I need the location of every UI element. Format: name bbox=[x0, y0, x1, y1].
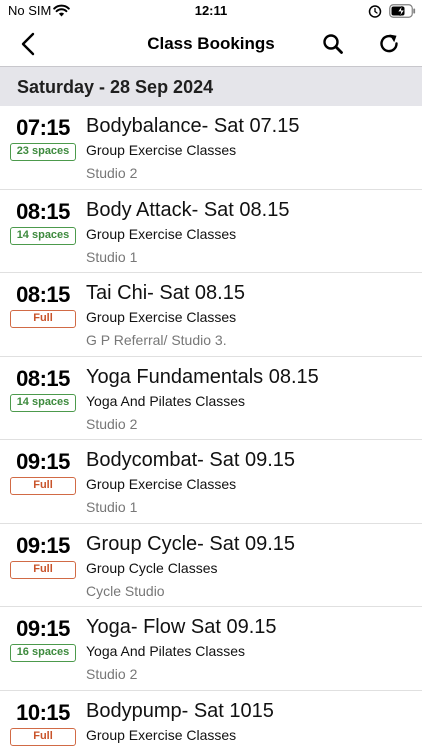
class-category: Group Exercise Classes bbox=[86, 225, 237, 242]
class-row[interactable]: 09:15 Full Group Cycle- Sat 09.15 Group … bbox=[0, 524, 422, 607]
class-time: 08:15 bbox=[16, 198, 70, 224]
class-time: 09:15 bbox=[16, 449, 70, 474]
class-name: Bodybalance- Sat 07.15 bbox=[86, 115, 300, 137]
nav-bar: Class Bookings bbox=[0, 22, 422, 66]
class-list: 07:15 23 spaces Bodybalance- Sat 07.15 G… bbox=[0, 106, 422, 750]
class-time: 09:15 bbox=[16, 616, 70, 641]
class-category: Yoga And Pilates Classes bbox=[86, 392, 246, 409]
class-category: Group Exercise Classes bbox=[86, 142, 237, 158]
class-time: 07:15 bbox=[16, 115, 70, 140]
availability-badge: Full bbox=[10, 727, 76, 746]
availability-badge: 16 spaces bbox=[10, 644, 76, 662]
class-location: Studio 2 bbox=[86, 165, 138, 181]
class-row[interactable]: 08:15 14 spaces Body Attack- Sat 08.15 G… bbox=[0, 190, 422, 273]
search-icon[interactable] bbox=[320, 31, 346, 57]
alarm-icon bbox=[368, 5, 382, 18]
class-name: Bodycombat- Sat 09.15 bbox=[86, 449, 296, 471]
class-category: Group Exercise Classes bbox=[86, 309, 237, 325]
section-date: Saturday - 28 Sep 2024 bbox=[17, 77, 214, 97]
availability-badge: 14 spaces bbox=[10, 226, 76, 245]
status-bar: No SIM 12:11 bbox=[0, 0, 422, 22]
class-name: Bodypump- Sat 1015 bbox=[86, 699, 274, 722]
page-title: Class Bookings bbox=[147, 34, 275, 53]
class-time: 09:15 bbox=[16, 532, 70, 558]
class-category: Group Cycle Classes bbox=[86, 559, 218, 576]
class-row[interactable]: 09:15 Full Bodycombat- Sat 09.15 Group E… bbox=[0, 440, 422, 524]
class-row[interactable]: 08:15 14 spaces Yoga Fundamentals 08.15 … bbox=[0, 357, 422, 440]
class-name: Tai Chi- Sat 08.15 bbox=[86, 282, 245, 304]
class-location: G P Referral/ Studio 3. bbox=[86, 332, 227, 348]
class-category: Yoga And Pilates Classes bbox=[86, 643, 246, 659]
class-location: Studio 2 bbox=[86, 666, 138, 682]
class-location: Cycle Studio bbox=[86, 582, 165, 599]
class-row[interactable]: 08:15 Full Tai Chi- Sat 08.15 Group Exer… bbox=[0, 273, 422, 357]
class-row[interactable]: 10:15 Full Bodypump- Sat 1015 Group Exer… bbox=[0, 691, 422, 750]
class-name: Group Cycle- Sat 09.15 bbox=[86, 532, 295, 555]
refresh-icon[interactable] bbox=[376, 31, 402, 57]
battery-charging-icon bbox=[389, 4, 416, 18]
date-section-header: Saturday - 28 Sep 2024 bbox=[0, 66, 422, 106]
availability-badge: Full bbox=[10, 560, 76, 579]
class-location: Studio 1 bbox=[86, 499, 138, 515]
class-location: Studio 1 bbox=[86, 248, 138, 265]
class-time: 08:15 bbox=[16, 365, 70, 391]
availability-badge: 23 spaces bbox=[10, 143, 76, 161]
clock-time: 12:11 bbox=[194, 3, 228, 18]
class-category: Group Exercise Classes bbox=[86, 726, 237, 743]
class-name: Yoga- Flow Sat 09.15 bbox=[86, 616, 277, 638]
class-row[interactable]: 07:15 23 spaces Bodybalance- Sat 07.15 G… bbox=[0, 106, 422, 190]
class-category: Group Exercise Classes bbox=[86, 476, 237, 492]
availability-badge: Full bbox=[10, 310, 76, 328]
class-location: Studio 2 bbox=[86, 415, 138, 432]
availability-badge: Full bbox=[10, 477, 76, 495]
class-time: 10:15 bbox=[16, 699, 70, 725]
class-name: Yoga Fundamentals 08.15 bbox=[86, 365, 319, 388]
class-time: 08:15 bbox=[16, 282, 70, 307]
class-row[interactable]: 09:15 16 spaces Yoga- Flow Sat 09.15 Yog… bbox=[0, 607, 422, 691]
availability-badge: 14 spaces bbox=[10, 393, 76, 412]
class-name: Body Attack- Sat 08.15 bbox=[86, 198, 290, 221]
